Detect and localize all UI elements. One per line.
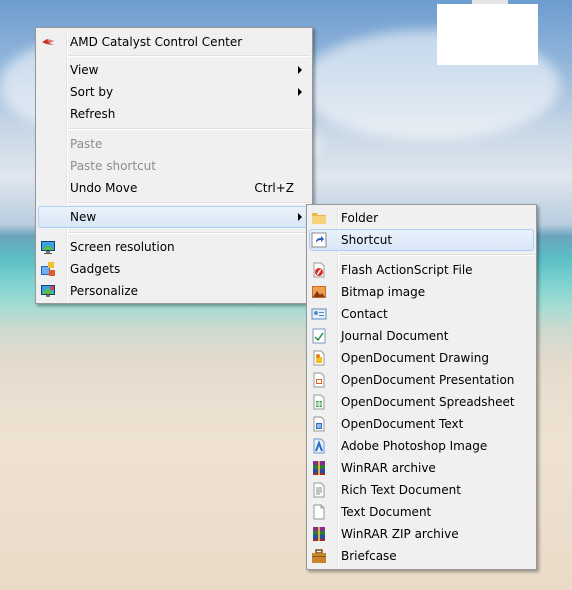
briefcase-icon xyxy=(311,548,327,564)
menu-item-amd-catalyst[interactable]: AMD Catalyst Control Center xyxy=(38,31,310,53)
submenu-item-photoshop[interactable]: Adobe Photoshop Image xyxy=(309,435,534,457)
menu-separator xyxy=(68,55,310,57)
menu-item-label: View xyxy=(70,63,99,77)
menu-item-label: Journal Document xyxy=(341,329,449,343)
submenu-item-ods[interactable]: OpenDocument Spreadsheet xyxy=(309,391,534,413)
menu-item-label: Undo Move xyxy=(70,181,138,195)
flash-file-icon xyxy=(311,262,327,278)
menu-item-new[interactable]: New xyxy=(38,206,310,228)
odp-icon xyxy=(311,372,327,388)
odt-icon xyxy=(311,416,327,432)
submenu-arrow-icon xyxy=(298,213,302,221)
new-submenu: Folder Shortcut Flash ActionScript File B… xyxy=(306,204,537,570)
submenu-arrow-icon xyxy=(298,66,302,74)
amd-catalyst-icon xyxy=(40,34,56,50)
menu-separator xyxy=(339,254,534,256)
menu-item-screen-resolution[interactable]: Screen resolution xyxy=(38,236,310,258)
submenu-item-winrar-zip[interactable]: WinRAR ZIP archive xyxy=(309,523,534,545)
gadgets-icon xyxy=(40,261,56,277)
menu-item-label: Gadgets xyxy=(70,262,121,276)
menu-item-label: Refresh xyxy=(70,107,116,121)
submenu-arrow-icon xyxy=(298,88,302,96)
desktop-context-menu: AMD Catalyst Control Center View Sort by… xyxy=(35,27,313,304)
menu-item-view[interactable]: View xyxy=(38,59,310,81)
menu-item-label: Briefcase xyxy=(341,549,397,563)
menu-item-label: Paste shortcut xyxy=(70,159,156,173)
menu-item-label: OpenDocument Drawing xyxy=(341,351,489,365)
monitor-icon xyxy=(40,239,56,255)
menu-item-label: Shortcut xyxy=(341,233,393,247)
submenu-item-rtf[interactable]: Rich Text Document xyxy=(309,479,534,501)
menu-item-label: OpenDocument Presentation xyxy=(341,373,515,387)
odg-icon xyxy=(311,350,327,366)
menu-item-label: AMD Catalyst Control Center xyxy=(70,35,243,49)
menu-separator xyxy=(68,202,310,204)
menu-item-label: Rich Text Document xyxy=(341,483,461,497)
submenu-item-flash-file[interactable]: Flash ActionScript File xyxy=(309,259,534,281)
submenu-item-winrar[interactable]: WinRAR archive xyxy=(309,457,534,479)
submenu-item-contact[interactable]: Contact xyxy=(309,303,534,325)
submenu-item-odp[interactable]: OpenDocument Presentation xyxy=(309,369,534,391)
winrar-icon xyxy=(311,460,327,476)
personalize-icon xyxy=(40,283,56,299)
ods-icon xyxy=(311,394,327,410)
menu-item-label: WinRAR archive xyxy=(341,461,436,475)
menu-item-label: Contact xyxy=(341,307,388,321)
menu-item-sort-by[interactable]: Sort by xyxy=(38,81,310,103)
menu-item-label: Personalize xyxy=(70,284,139,298)
menu-item-label: New xyxy=(70,210,97,224)
rtf-icon xyxy=(311,482,327,498)
menu-item-label: Sort by xyxy=(70,85,114,99)
contact-icon xyxy=(311,306,327,322)
submenu-item-odg[interactable]: OpenDocument Drawing xyxy=(309,347,534,369)
menu-item-label: Adobe Photoshop Image xyxy=(341,439,488,453)
menu-item-gadgets[interactable]: Gadgets xyxy=(38,258,310,280)
winrar-zip-icon xyxy=(311,526,327,542)
menu-item-label: WinRAR ZIP archive xyxy=(341,527,459,541)
photoshop-icon xyxy=(311,438,327,454)
bitmap-icon xyxy=(311,284,327,300)
menu-item-label: Bitmap image xyxy=(341,285,426,299)
desktop-white-window xyxy=(437,4,538,65)
menu-item-label: Paste xyxy=(70,137,103,151)
journal-icon xyxy=(311,328,327,344)
menu-item-label: Text Document xyxy=(341,505,432,519)
menu-item-label: Flash ActionScript File xyxy=(341,263,473,277)
menu-item-label: OpenDocument Text xyxy=(341,417,464,431)
submenu-item-shortcut[interactable]: Shortcut xyxy=(309,229,534,251)
menu-item-personalize[interactable]: Personalize xyxy=(38,280,310,302)
submenu-item-folder[interactable]: Folder xyxy=(309,207,534,229)
folder-icon xyxy=(311,210,327,226)
menu-item-label: OpenDocument Spreadsheet xyxy=(341,395,515,409)
menu-separator xyxy=(68,128,310,130)
submenu-item-journal[interactable]: Journal Document xyxy=(309,325,534,347)
submenu-item-bitmap[interactable]: Bitmap image xyxy=(309,281,534,303)
menu-item-refresh[interactable]: Refresh xyxy=(38,103,310,125)
menu-item-undo-move[interactable]: Undo Move Ctrl+Z xyxy=(38,177,310,199)
menu-item-label: Folder xyxy=(341,211,379,225)
menu-item-shortcut-key: Ctrl+Z xyxy=(254,181,294,195)
submenu-item-odt[interactable]: OpenDocument Text xyxy=(309,413,534,435)
submenu-item-briefcase[interactable]: Briefcase xyxy=(309,545,534,567)
menu-item-paste-shortcut[interactable]: Paste shortcut xyxy=(38,155,310,177)
text-document-icon xyxy=(311,504,327,520)
menu-item-paste[interactable]: Paste xyxy=(38,133,310,155)
shortcut-icon xyxy=(311,232,327,248)
menu-item-label: Screen resolution xyxy=(70,240,175,254)
submenu-item-text-document[interactable]: Text Document xyxy=(309,501,534,523)
menu-separator xyxy=(68,232,310,234)
